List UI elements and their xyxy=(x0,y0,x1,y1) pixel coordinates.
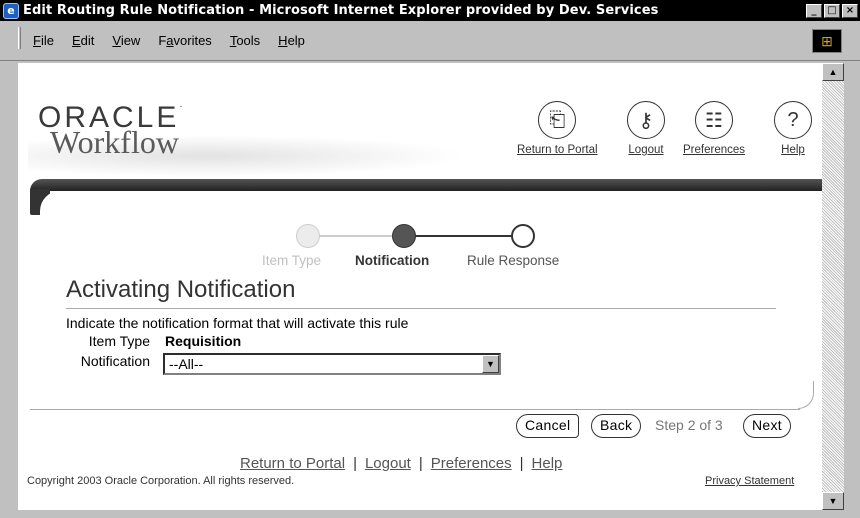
notification-label: Notification xyxy=(80,353,150,369)
return-to-portal-button[interactable]: ⎗ Return to Portal xyxy=(517,101,598,156)
instruction-text: Indicate the notification format that wi… xyxy=(66,315,409,331)
window-frame-left xyxy=(0,61,18,518)
help-button[interactable]: ? Help xyxy=(774,101,812,156)
next-button[interactable]: Next xyxy=(743,414,791,438)
page-viewport: ORACLE· Workflow ⎗ Return to Portal ⚷ Lo… xyxy=(18,63,840,510)
content-divider xyxy=(30,409,800,410)
notification-select-value: --All-- xyxy=(169,356,204,372)
footer-link-help[interactable]: Help xyxy=(532,455,563,472)
vertical-scrollbar[interactable]: ▲ ▼ xyxy=(822,63,844,510)
footer-link-preferences[interactable]: Preferences xyxy=(431,455,512,472)
menu-tools[interactable]: Tools xyxy=(230,33,260,48)
question-icon: ? xyxy=(774,101,812,139)
window-frame-bottom xyxy=(0,510,860,518)
content-corner xyxy=(798,381,814,409)
scroll-down-arrow-icon[interactable]: ▼ xyxy=(822,492,844,510)
step-indicator: Step 2 of 3 xyxy=(655,417,723,433)
menu-favorites[interactable]: Favorites xyxy=(158,33,211,48)
ie-icon: e xyxy=(3,2,19,19)
item-type-value: Requisition xyxy=(165,333,242,349)
footer-link-logout[interactable]: Logout xyxy=(365,455,411,472)
window-title: Edit Routing Rule Notification - Microso… xyxy=(23,3,659,18)
notification-select[interactable]: --All-- ▼ xyxy=(163,353,501,375)
train-step-item-type xyxy=(296,224,320,248)
train-label-rule-response: Rule Response xyxy=(467,253,560,268)
scroll-up-arrow-icon[interactable]: ▲ xyxy=(822,63,844,81)
preferences-icon: ☷ xyxy=(695,101,733,139)
preferences-button[interactable]: ☷ Preferences xyxy=(683,101,745,156)
help-label: Help xyxy=(781,144,805,156)
close-button[interactable]: × xyxy=(842,3,858,18)
title-divider xyxy=(66,308,776,309)
key-icon: ⚷ xyxy=(627,101,665,139)
train-connector-completed xyxy=(316,235,392,237)
privacy-statement-link[interactable]: Privacy Statement xyxy=(705,475,794,487)
workflow-logo: Workflow xyxy=(50,124,179,160)
train-label-notification: Notification xyxy=(355,253,430,268)
minimize-button[interactable]: _ xyxy=(806,3,822,18)
header-curve xyxy=(40,191,80,231)
train-step-notification xyxy=(392,224,416,248)
preferences-label: Preferences xyxy=(683,144,746,156)
menu-bar: File Edit View Favorites Tools Help ⊞ xyxy=(0,21,860,61)
return-to-portal-label: Return to Portal xyxy=(517,144,598,156)
menu-help[interactable]: Help xyxy=(278,33,305,48)
portal-icon: ⎗ xyxy=(538,101,577,139)
footer-link-return-to-portal[interactable]: Return to Portal xyxy=(240,455,345,472)
logout-label: Logout xyxy=(628,144,664,156)
back-button[interactable]: Back xyxy=(591,414,642,438)
window-titlebar: e Edit Routing Rule Notification - Micro… xyxy=(0,0,860,21)
menu-file[interactable]: File xyxy=(33,33,54,48)
item-type-label: Item Type xyxy=(88,333,150,349)
train-connector-upcoming xyxy=(414,235,514,237)
header-bar xyxy=(30,179,828,191)
cancel-button[interactable]: Cancel xyxy=(516,414,580,438)
dropdown-arrow-icon[interactable]: ▼ xyxy=(482,355,499,373)
footer-links: Return to Portal | Logout | Preferences | Help xyxy=(240,455,563,472)
menu-edit[interactable]: Edit xyxy=(72,33,94,48)
train-label-item-type: Item Type xyxy=(262,253,322,268)
toolbar-grip xyxy=(18,27,21,49)
page-title: Activating Notification xyxy=(66,276,296,303)
windows-logo-icon: ⊞ xyxy=(812,29,842,53)
menu-view[interactable]: View xyxy=(112,33,140,48)
copyright-text: Copyright 2003 Oracle Corporation. All r… xyxy=(27,475,295,487)
maximize-button[interactable]: □ xyxy=(824,3,840,18)
logout-button[interactable]: ⚷ Logout xyxy=(627,101,665,156)
train-step-rule-response xyxy=(511,224,535,248)
